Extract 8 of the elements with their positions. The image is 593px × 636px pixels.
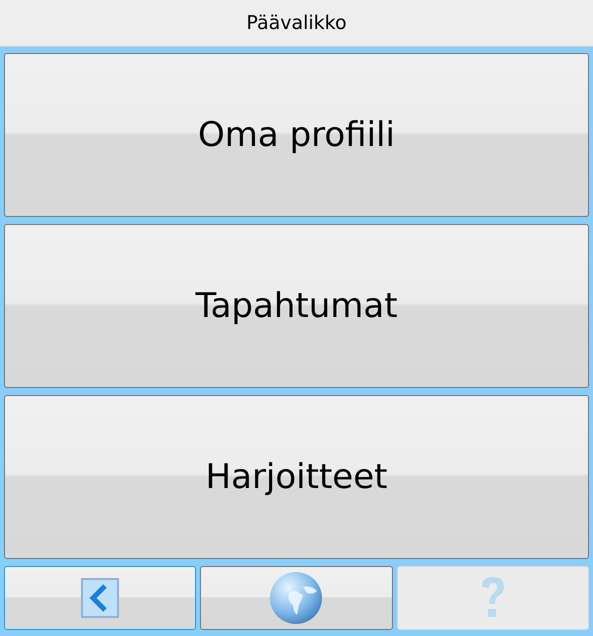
back-icon [81,578,120,618]
menu-button[interactable]: Tapahtumat [4,224,589,388]
globe-button[interactable] [200,566,393,630]
menu-button[interactable]: Oma profiili [4,53,589,217]
window-title: Päävalikko [0,0,593,47]
back-button[interactable] [4,566,196,630]
globe-icon [269,571,324,625]
menu-button[interactable]: Harjoitteet [4,395,589,559]
